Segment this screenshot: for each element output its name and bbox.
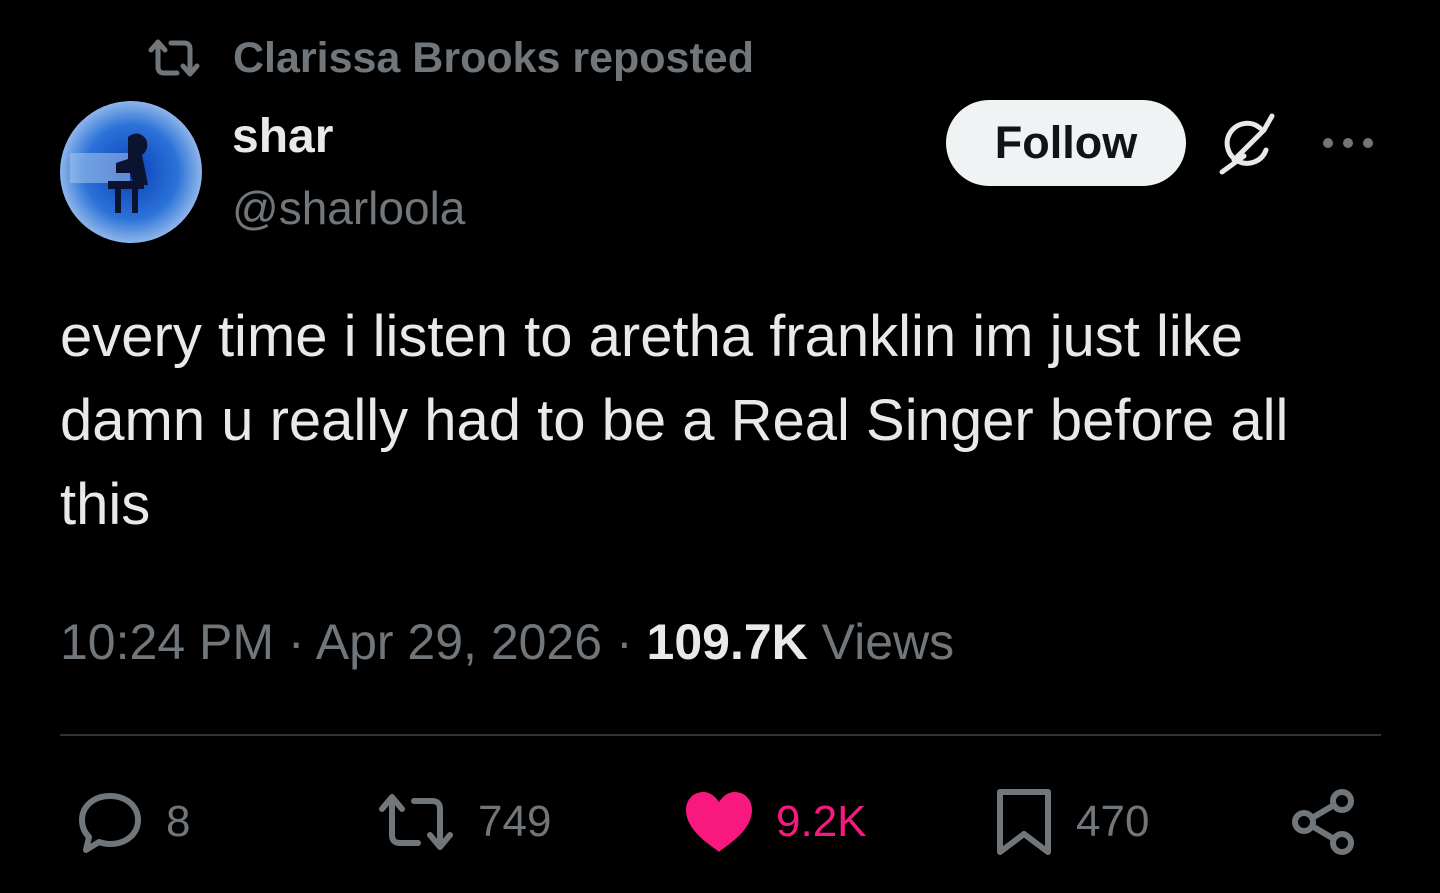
tweet-text: every time i listen to aretha franklin i… xyxy=(60,304,1289,537)
share-button[interactable] xyxy=(1290,784,1360,860)
tweet-meta: 10:24 PM · Apr 29, 2026 · 109.7K Views xyxy=(60,610,954,674)
avatar[interactable] xyxy=(60,101,202,243)
grok-icon[interactable] xyxy=(1214,110,1284,180)
tweet-detail: Clarissa Brooks reposted shar @sharloola… xyxy=(0,0,1440,893)
reply-button[interactable]: 8 xyxy=(76,784,190,860)
like-button[interactable]: 9.2K xyxy=(684,784,867,860)
tweet-time[interactable]: 10:24 PM xyxy=(60,614,274,670)
meta-separator: · xyxy=(287,614,305,670)
repost-button[interactable]: 749 xyxy=(376,784,551,860)
meta-separator: · xyxy=(615,614,633,670)
heart-icon xyxy=(686,792,752,852)
follow-button[interactable]: Follow xyxy=(946,100,1186,186)
like-count: 9.2K xyxy=(776,797,867,846)
reply-count: 8 xyxy=(166,797,191,846)
views-count: 109.7K xyxy=(646,614,808,670)
repost-banner[interactable]: Clarissa Brooks reposted xyxy=(145,30,754,86)
bookmark-count: 470 xyxy=(1076,797,1150,846)
more-icon[interactable] xyxy=(1318,128,1378,158)
reply-icon xyxy=(79,793,141,853)
bookmark-icon xyxy=(997,789,1051,855)
repost-icon xyxy=(379,794,453,850)
repost-count: 749 xyxy=(478,797,552,846)
author-handle[interactable]: @sharloola xyxy=(232,180,465,236)
repost-banner-text: Clarissa Brooks reposted xyxy=(233,33,754,82)
divider xyxy=(60,734,1381,736)
bookmark-button[interactable]: 470 xyxy=(994,784,1149,860)
tweet-date[interactable]: Apr 29, 2026 xyxy=(316,614,602,670)
author-display-name[interactable]: shar xyxy=(232,108,333,166)
repost-icon xyxy=(148,39,200,77)
views-label: Views xyxy=(821,614,955,670)
share-icon xyxy=(1292,789,1354,855)
